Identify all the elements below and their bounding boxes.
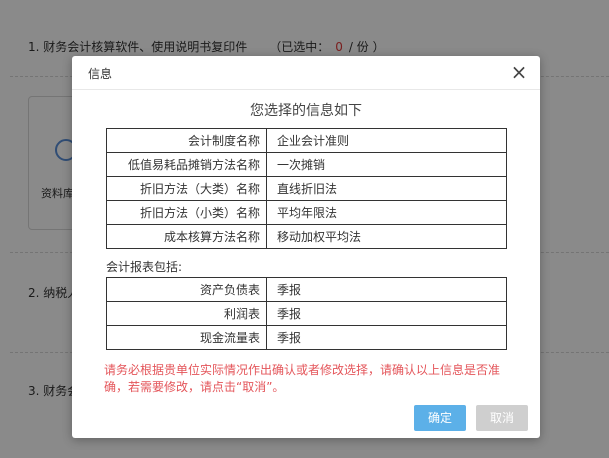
close-icon[interactable]: × [508,61,530,83]
setting-value: 企业会计准则 [266,128,507,153]
dialog-header: 信息 × [72,56,540,90]
setting-value: 平均年限法 [266,200,507,225]
report-value: 季报 [266,301,507,326]
report-label: 现金流量表 [106,325,267,350]
confirm-button[interactable]: 确定 [414,405,466,431]
setting-label: 折旧方法（小类）名称 [106,200,267,225]
reports-table: 资产负债表 季报 利润表 季报 现金流量表 季报 [106,277,507,350]
table-row: 利润表 季报 [106,301,507,326]
setting-label: 折旧方法（大类）名称 [106,176,267,201]
info-dialog: 信息 × 您选择的信息如下 会计制度名称 企业会计准则 低值易耗品摊销方法名称 一次… [72,56,540,438]
dialog-title: 信息 [88,67,113,81]
report-label: 资产负债表 [106,277,267,302]
table-row: 折旧方法（大类）名称 直线折旧法 [106,176,507,201]
setting-label: 会计制度名称 [106,128,267,153]
table-row: 低值易耗品摊销方法名称 一次摊销 [106,152,507,177]
table-row: 会计制度名称 企业会计准则 [106,128,507,153]
report-value: 季报 [266,325,507,350]
warning-text: 请务必根据贵单位实际情况作出确认或者修改选择，请确认以上信息是否准确，若需要修改… [104,363,501,394]
dialog-heading: 您选择的信息如下 [250,103,362,119]
setting-label: 成本核算方法名称 [106,224,267,249]
table-row: 成本核算方法名称 移动加权平均法 [106,224,507,249]
settings-table: 会计制度名称 企业会计准则 低值易耗品摊销方法名称 一次摊销 折旧方法（大类）名称直… [106,128,507,249]
setting-value: 一次摊销 [266,152,507,177]
cancel-button[interactable]: 取消 [476,405,528,431]
table-row: 折旧方法（小类）名称 平均年限法 [106,200,507,225]
report-label: 利润表 [106,301,267,326]
setting-value: 直线折旧法 [266,176,507,201]
report-value: 季报 [266,277,507,302]
table-row: 资产负债表 季报 [106,277,507,302]
reports-label: 会计报表包括: [106,260,183,274]
setting-label: 低值易耗品摊销方法名称 [106,152,267,177]
setting-value: 移动加权平均法 [266,224,507,249]
table-row: 现金流量表 季报 [106,325,507,350]
